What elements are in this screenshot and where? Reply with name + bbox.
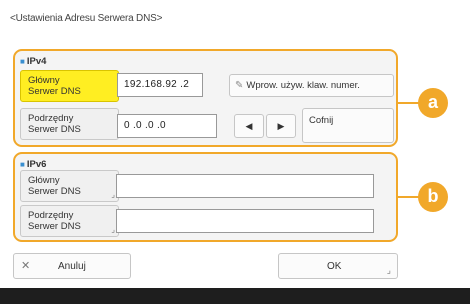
page-title: <Ustawienia Adresu Serwera DNS> — [10, 13, 163, 24]
numeric-keypad-input-label: Wprow. używ. klaw. numer. — [246, 80, 360, 91]
ipv6-primary-dns-field[interactable] — [116, 174, 374, 198]
bottom-status-bar — [0, 288, 470, 304]
ipv4-secondary-dns-button[interactable]: Podrzędny Serwer DNS — [20, 108, 119, 140]
ok-button[interactable]: OK ⌟ — [278, 253, 398, 279]
bullet-icon: ■ — [20, 160, 25, 169]
marker-b-line — [398, 196, 420, 198]
corner-arrow-icon: ⌟ — [111, 190, 115, 199]
ipv6-caption-text: IPv6 — [26, 159, 47, 170]
cursor-right-button[interactable]: ▶ — [266, 114, 296, 138]
ipv6-group: ■ IPv6 Główny Serwer DNS ⌟ Podrzędny Serw… — [13, 152, 398, 242]
close-icon: ✕ — [21, 260, 31, 272]
ipv6-secondary-dns-button[interactable]: Podrzędny Serwer DNS ⌟ — [20, 205, 119, 237]
marker-a-badge: a — [418, 88, 448, 118]
undo-button[interactable]: Cofnij — [302, 108, 394, 143]
right-arrow-icon: ▶ — [277, 121, 285, 131]
cursor-left-button[interactable]: ◀ — [234, 114, 264, 138]
ipv4-group: ■ IPv4 Główny Serwer DNS 192.168.92 .2 ✎ W… — [13, 49, 398, 147]
ipv4-primary-dns-button[interactable]: Główny Serwer DNS — [20, 70, 119, 102]
left-arrow-icon: ◀ — [245, 121, 253, 131]
cancel-button[interactable]: ✕ Anuluj — [13, 253, 131, 279]
marker-b-badge: b — [418, 182, 448, 212]
bullet-icon: ■ — [20, 57, 25, 66]
ipv6-caption: ■ IPv6 — [20, 159, 46, 170]
ipv6-secondary-dns-field[interactable] — [116, 209, 374, 233]
corner-arrow-icon: ⌟ — [111, 225, 115, 234]
ipv4-secondary-dns-label: Podrzędny Serwer DNS — [28, 113, 81, 135]
numeric-keypad-input-button[interactable]: ✎ Wprow. używ. klaw. numer. — [229, 74, 394, 97]
ipv4-primary-dns-field[interactable]: 192.168.92 .2 — [117, 73, 203, 97]
undo-label: Cofnij — [309, 115, 334, 126]
ipv4-primary-dns-label: Główny Serwer DNS — [28, 75, 81, 97]
keypad-icon: ✎ — [235, 80, 244, 91]
ipv4-caption-text: IPv4 — [26, 56, 47, 67]
corner-arrow-icon: ⌟ — [386, 265, 391, 275]
ipv6-primary-dns-label: Główny Serwer DNS — [28, 175, 81, 197]
ipv4-secondary-dns-field[interactable]: 0 .0 .0 .0 — [117, 114, 217, 138]
ipv6-primary-dns-button[interactable]: Główny Serwer DNS ⌟ — [20, 170, 119, 202]
marker-a-line — [398, 102, 420, 104]
ipv6-secondary-dns-label: Podrzędny Serwer DNS — [28, 210, 81, 232]
ipv4-caption: ■ IPv4 — [20, 56, 46, 67]
ok-label: OK — [327, 261, 342, 272]
cancel-label: Anuluj — [58, 261, 86, 272]
